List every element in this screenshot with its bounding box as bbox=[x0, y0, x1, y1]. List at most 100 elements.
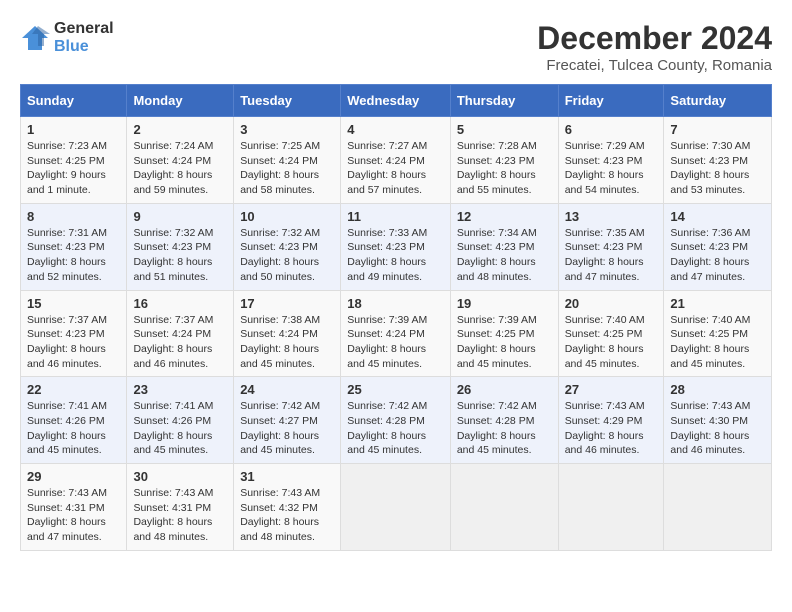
calendar-week-row: 8 Sunrise: 7:31 AM Sunset: 4:23 PM Daylig… bbox=[21, 203, 772, 290]
calendar-header-tuesday: Tuesday bbox=[234, 85, 341, 117]
day-number: 28 bbox=[670, 382, 765, 397]
calendar-cell: 10 Sunrise: 7:32 AM Sunset: 4:23 PM Dayli… bbox=[234, 203, 341, 290]
day-info: Sunrise: 7:40 AM Sunset: 4:25 PM Dayligh… bbox=[565, 313, 658, 372]
day-info: Sunrise: 7:32 AM Sunset: 4:23 PM Dayligh… bbox=[133, 226, 227, 285]
day-number: 18 bbox=[347, 296, 444, 311]
page-header: General Blue December 2024 Frecatei, Tul… bbox=[20, 20, 772, 74]
day-info: Sunrise: 7:31 AM Sunset: 4:23 PM Dayligh… bbox=[27, 226, 120, 285]
calendar-cell: 25Sunrise: 7:42 AM Sunset: 4:28 PM Dayli… bbox=[341, 377, 451, 464]
day-info: Sunrise: 7:43 AM Sunset: 4:31 PM Dayligh… bbox=[27, 486, 120, 545]
page-subtitle: Frecatei, Tulcea County, Romania bbox=[537, 57, 772, 74]
page-title: December 2024 bbox=[537, 20, 772, 57]
day-number: 8 bbox=[27, 209, 120, 224]
day-info: Sunrise: 7:28 AM Sunset: 4:23 PM Dayligh… bbox=[457, 139, 552, 198]
calendar-week-row: 1 Sunrise: 7:23 AM Sunset: 4:25 PM Daylig… bbox=[21, 117, 772, 204]
day-info: Sunrise: 7:41 AM Sunset: 4:26 PM Dayligh… bbox=[133, 399, 227, 458]
day-info: Sunrise: 7:38 AM Sunset: 4:24 PM Dayligh… bbox=[240, 313, 334, 372]
calendar-table: SundayMondayTuesdayWednesdayThursdayFrid… bbox=[20, 84, 772, 551]
calendar-cell: 2 Sunrise: 7:24 AM Sunset: 4:24 PM Daylig… bbox=[127, 117, 234, 204]
day-number: 29 bbox=[27, 469, 120, 484]
calendar-cell: 1 Sunrise: 7:23 AM Sunset: 4:25 PM Daylig… bbox=[21, 117, 127, 204]
day-info: Sunrise: 7:42 AM Sunset: 4:27 PM Dayligh… bbox=[240, 399, 334, 458]
day-number: 11 bbox=[347, 209, 444, 224]
calendar-header-saturday: Saturday bbox=[664, 85, 772, 117]
calendar-header-friday: Friday bbox=[558, 85, 664, 117]
calendar-header-monday: Monday bbox=[127, 85, 234, 117]
calendar-cell: 3 Sunrise: 7:25 AM Sunset: 4:24 PM Daylig… bbox=[234, 117, 341, 204]
day-number: 3 bbox=[240, 122, 334, 137]
calendar-cell: 28 Sunrise: 7:43 AM Sunset: 4:30 PM Dayli… bbox=[664, 377, 772, 464]
day-info: Sunrise: 7:32 AM Sunset: 4:23 PM Dayligh… bbox=[240, 226, 334, 285]
day-info: Sunrise: 7:27 AM Sunset: 4:24 PM Dayligh… bbox=[347, 139, 444, 198]
calendar-cell bbox=[450, 464, 558, 551]
logo: General Blue bbox=[20, 20, 114, 56]
day-number: 7 bbox=[670, 122, 765, 137]
calendar-header-sunday: Sunday bbox=[21, 85, 127, 117]
day-info: Sunrise: 7:42 AM Sunset: 4:28 PM Dayligh… bbox=[457, 399, 552, 458]
calendar-cell: 8 Sunrise: 7:31 AM Sunset: 4:23 PM Daylig… bbox=[21, 203, 127, 290]
calendar-cell: 5 Sunrise: 7:28 AM Sunset: 4:23 PM Daylig… bbox=[450, 117, 558, 204]
calendar-header-thursday: Thursday bbox=[450, 85, 558, 117]
calendar-cell: 30 Sunrise: 7:43 AM Sunset: 4:31 PM Dayli… bbox=[127, 464, 234, 551]
calendar-cell bbox=[558, 464, 664, 551]
calendar-cell: 31Sunrise: 7:43 AM Sunset: 4:32 PM Dayli… bbox=[234, 464, 341, 551]
calendar-cell: 15 Sunrise: 7:37 AM Sunset: 4:23 PM Dayli… bbox=[21, 290, 127, 377]
day-number: 20 bbox=[565, 296, 658, 311]
calendar-cell: 11Sunrise: 7:33 AM Sunset: 4:23 PM Dayli… bbox=[341, 203, 451, 290]
calendar-cell: 13 Sunrise: 7:35 AM Sunset: 4:23 PM Dayli… bbox=[558, 203, 664, 290]
calendar-header-wednesday: Wednesday bbox=[341, 85, 451, 117]
day-number: 10 bbox=[240, 209, 334, 224]
day-number: 24 bbox=[240, 382, 334, 397]
day-info: Sunrise: 7:43 AM Sunset: 4:29 PM Dayligh… bbox=[565, 399, 658, 458]
day-number: 1 bbox=[27, 122, 120, 137]
calendar-cell bbox=[341, 464, 451, 551]
calendar-cell: 22Sunrise: 7:41 AM Sunset: 4:26 PM Dayli… bbox=[21, 377, 127, 464]
day-number: 31 bbox=[240, 469, 334, 484]
day-number: 5 bbox=[457, 122, 552, 137]
calendar-cell: 27 Sunrise: 7:43 AM Sunset: 4:29 PM Dayli… bbox=[558, 377, 664, 464]
calendar-cell: 20 Sunrise: 7:40 AM Sunset: 4:25 PM Dayli… bbox=[558, 290, 664, 377]
day-info: Sunrise: 7:25 AM Sunset: 4:24 PM Dayligh… bbox=[240, 139, 334, 198]
day-number: 22 bbox=[27, 382, 120, 397]
calendar-cell: 16 Sunrise: 7:37 AM Sunset: 4:24 PM Dayli… bbox=[127, 290, 234, 377]
day-info: Sunrise: 7:43 AM Sunset: 4:30 PM Dayligh… bbox=[670, 399, 765, 458]
calendar-cell: 18 Sunrise: 7:39 AM Sunset: 4:24 PM Dayli… bbox=[341, 290, 451, 377]
day-number: 23 bbox=[133, 382, 227, 397]
day-info: Sunrise: 7:39 AM Sunset: 4:24 PM Dayligh… bbox=[347, 313, 444, 372]
day-number: 30 bbox=[133, 469, 227, 484]
day-number: 27 bbox=[565, 382, 658, 397]
day-info: Sunrise: 7:29 AM Sunset: 4:23 PM Dayligh… bbox=[565, 139, 658, 198]
calendar-cell: 17 Sunrise: 7:38 AM Sunset: 4:24 PM Dayli… bbox=[234, 290, 341, 377]
day-number: 19 bbox=[457, 296, 552, 311]
day-info: Sunrise: 7:30 AM Sunset: 4:23 PM Dayligh… bbox=[670, 139, 765, 198]
calendar-cell: 4Sunrise: 7:27 AM Sunset: 4:24 PM Daylig… bbox=[341, 117, 451, 204]
day-number: 21 bbox=[670, 296, 765, 311]
day-number: 13 bbox=[565, 209, 658, 224]
day-number: 2 bbox=[133, 122, 227, 137]
logo-blue: Blue bbox=[54, 38, 114, 56]
day-info: Sunrise: 7:24 AM Sunset: 4:24 PM Dayligh… bbox=[133, 139, 227, 198]
day-number: 6 bbox=[565, 122, 658, 137]
day-info: Sunrise: 7:34 AM Sunset: 4:23 PM Dayligh… bbox=[457, 226, 552, 285]
logo-general: General bbox=[54, 20, 114, 38]
day-number: 9 bbox=[133, 209, 227, 224]
calendar-cell: 19Sunrise: 7:39 AM Sunset: 4:25 PM Dayli… bbox=[450, 290, 558, 377]
calendar-cell: 12Sunrise: 7:34 AM Sunset: 4:23 PM Dayli… bbox=[450, 203, 558, 290]
logo-icon bbox=[20, 24, 50, 52]
calendar-cell: 7 Sunrise: 7:30 AM Sunset: 4:23 PM Daylig… bbox=[664, 117, 772, 204]
day-info: Sunrise: 7:43 AM Sunset: 4:31 PM Dayligh… bbox=[133, 486, 227, 545]
calendar-week-row: 29 Sunrise: 7:43 AM Sunset: 4:31 PM Dayli… bbox=[21, 464, 772, 551]
day-number: 25 bbox=[347, 382, 444, 397]
day-number: 17 bbox=[240, 296, 334, 311]
day-info: Sunrise: 7:23 AM Sunset: 4:25 PM Dayligh… bbox=[27, 139, 120, 198]
day-number: 16 bbox=[133, 296, 227, 311]
day-info: Sunrise: 7:37 AM Sunset: 4:23 PM Dayligh… bbox=[27, 313, 120, 372]
day-info: Sunrise: 7:35 AM Sunset: 4:23 PM Dayligh… bbox=[565, 226, 658, 285]
day-number: 15 bbox=[27, 296, 120, 311]
calendar-week-row: 22 Sunrise: 7:41 AM Sunset: 4:26 PM Dayli… bbox=[21, 377, 772, 464]
calendar-cell: 24 Sunrise: 7:42 AM Sunset: 4:27 PM Dayli… bbox=[234, 377, 341, 464]
day-info: Sunrise: 7:37 AM Sunset: 4:24 PM Dayligh… bbox=[133, 313, 227, 372]
day-number: 26 bbox=[457, 382, 552, 397]
day-info: Sunrise: 7:36 AM Sunset: 4:23 PM Dayligh… bbox=[670, 226, 765, 285]
day-info: Sunrise: 7:40 AM Sunset: 4:25 PM Dayligh… bbox=[670, 313, 765, 372]
